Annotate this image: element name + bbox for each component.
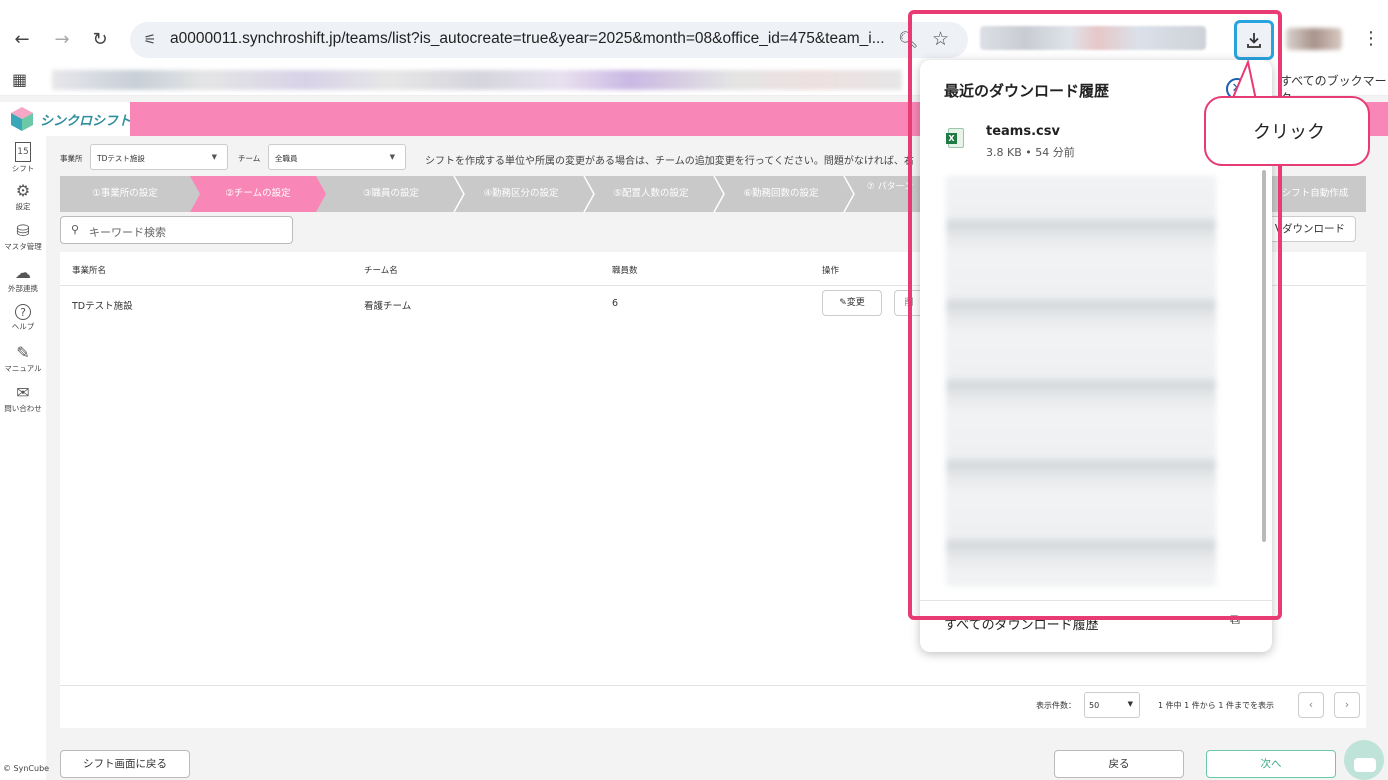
instruction-note: シフトを作成する単位や所属の変更がある場合は、チームの追加変更を行ってください。… <box>425 156 914 167</box>
cell-staff-count: 6 <box>612 298 619 309</box>
sidebar-item-settings[interactable]: ⚙ 設定 <box>0 182 46 212</box>
office-select[interactable]: TDテスト施設 ▼ <box>90 144 228 170</box>
step-separator <box>843 176 855 212</box>
manual-icon: ✎ <box>16 343 30 362</box>
help-icon: ? <box>15 304 31 320</box>
column-header: 事業所名 <box>72 266 107 276</box>
logo-cube-icon <box>11 107 33 131</box>
sidebar-item-contact[interactable]: ✉ 問い合わせ <box>0 384 46 414</box>
pencil-icon: ✎ <box>839 298 847 308</box>
address-bar[interactable]: ⚟ a0000011.synchroshift.jp/teams/list?is… <box>130 22 968 58</box>
bookmarks-blurred <box>52 70 902 90</box>
team-label: チーム <box>238 154 261 163</box>
back-button[interactable]: 戻る <box>1054 750 1184 778</box>
database-icon: ⛁ <box>16 221 30 240</box>
step-separator <box>713 176 725 212</box>
office-label: 事業所 <box>60 154 83 163</box>
column-header: チーム名 <box>364 266 398 276</box>
sidebar-item-integration[interactable]: ☁ 外部連携 <box>0 264 46 294</box>
keyword-search-input[interactable]: ⚲ キーワード検索 <box>60 216 293 244</box>
search-icon: ⚲ <box>71 223 80 236</box>
gear-icon: ⚙ <box>15 181 31 200</box>
callout-tail <box>1230 60 1258 100</box>
reload-icon[interactable]: ↻ <box>88 28 112 52</box>
cell-team: 看護チーム <box>364 301 412 312</box>
per-page-label: 表示件数： <box>1036 701 1076 710</box>
next-button[interactable]: 次へ <box>1206 750 1336 778</box>
calendar-icon: 15 <box>15 142 31 162</box>
sidebar-item-manual[interactable]: ✎ マニュアル <box>0 344 46 374</box>
callout-text: クリック <box>1253 122 1325 143</box>
prev-page-button[interactable]: ‹ <box>1298 692 1324 718</box>
chatbot-face <box>1354 758 1376 772</box>
divider <box>60 685 1366 686</box>
back-arrow-icon[interactable]: ← <box>10 28 34 52</box>
step-office[interactable]: ①事業所の設定 <box>60 176 190 212</box>
chevron-down-icon: ▼ <box>389 153 395 161</box>
apps-grid-icon[interactable]: ▦ <box>12 70 27 89</box>
step-work-count[interactable]: ⑥勤務回数の設定 <box>716 176 846 212</box>
column-header: 職員数 <box>612 266 638 276</box>
url-text[interactable]: a0000011.synchroshift.jp/teams/list?is_a… <box>170 30 885 48</box>
sidebar-item-help[interactable]: ? ヘルプ <box>0 304 46 332</box>
cloud-sync-icon: ☁ <box>15 263 31 282</box>
browser-menu-icon[interactable]: ⋮ <box>1362 28 1380 49</box>
sidebar-item-master[interactable]: ⛁ マスタ管理 <box>0 222 46 252</box>
step-separator <box>453 176 465 212</box>
next-page-button[interactable]: › <box>1334 692 1360 718</box>
mail-icon: ✉ <box>16 383 30 402</box>
edit-button[interactable]: ✎変更 <box>822 290 882 316</box>
step-team[interactable]: ②チームの設定 <box>190 176 326 212</box>
step-separator <box>583 176 595 212</box>
profile-avatar[interactable] <box>1286 28 1342 50</box>
sidebar: 15 シフト ⚙ 設定 ⛁ マスタ管理 ☁ 外部連携 ? ヘルプ ✎ マニュアル… <box>0 136 46 780</box>
callout-bubble: クリック <box>1204 96 1370 166</box>
copyright: © SynCube <box>3 764 50 773</box>
per-page-select[interactable]: 50 ▼ <box>1084 692 1140 718</box>
step-staffing[interactable]: ⑤配置人数の設定 <box>586 176 716 212</box>
step-staff[interactable]: ③職員の設定 <box>326 176 456 212</box>
team-select[interactable]: 全職員 ▼ <box>268 144 406 170</box>
cell-office: TDテスト施設 <box>72 301 133 312</box>
app-logo-text[interactable]: シンクロシフト <box>40 110 131 129</box>
step-work-type[interactable]: ④勤務区分の設定 <box>456 176 586 212</box>
site-settings-icon[interactable]: ⚟ <box>140 30 160 50</box>
sidebar-item-shift[interactable]: 15 シフト <box>0 142 46 174</box>
pagination-info: 1 件中 1 件から 1 件までを表示 <box>1158 701 1274 710</box>
back-to-shift-button[interactable]: シフト画面に戻る <box>60 750 190 778</box>
forward-arrow-icon[interactable]: → <box>50 28 74 52</box>
column-header: 操作 <box>822 266 840 276</box>
chevron-down-icon: ▼ <box>1127 700 1133 708</box>
chevron-down-icon: ▼ <box>211 153 217 161</box>
